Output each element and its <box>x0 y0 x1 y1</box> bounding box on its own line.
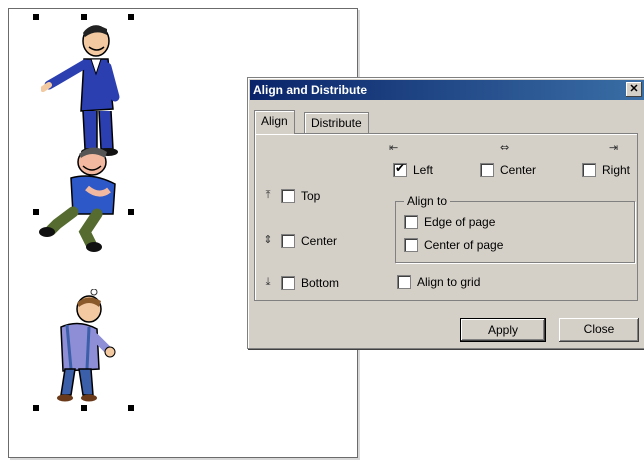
align-bottom-icon: ⤓ <box>265 275 271 288</box>
close-icon[interactable]: ✕ <box>626 82 642 97</box>
tab-distribute[interactable]: Distribute <box>304 112 369 133</box>
align-top-icon: ⤒ <box>265 188 271 201</box>
clipart-bent-boy[interactable] <box>39 289 119 404</box>
align-right-label: Right <box>602 163 631 177</box>
align-top-checkbox[interactable] <box>281 189 295 203</box>
center-of-page-label: Center of page <box>424 238 504 252</box>
align-to-grid-checkbox[interactable] <box>397 275 411 289</box>
align-center-v-label: Center <box>301 234 338 248</box>
center-of-page-checkbox[interactable] <box>404 238 418 252</box>
align-bottom-label: Bottom <box>301 276 340 290</box>
dialog-titlebar[interactable]: Align and Distribute ✕ <box>250 80 644 100</box>
align-bottom-option[interactable]: ⤓ Bottom <box>259 275 339 291</box>
edge-of-page-option[interactable]: Edge of page <box>404 215 495 229</box>
dialog-title: Align and Distribute <box>253 83 367 97</box>
align-to-title: Align to <box>404 194 451 208</box>
align-bottom-checkbox[interactable] <box>281 276 295 290</box>
selection-handle[interactable] <box>33 405 39 411</box>
clipart-pointing-man[interactable] <box>41 19 131 159</box>
clipart-sitting-man[interactable] <box>37 144 132 254</box>
align-center-h-checkbox[interactable] <box>480 163 494 177</box>
align-to-grid-option[interactable]: Align to grid <box>397 275 480 289</box>
align-center-v-option[interactable]: ⇕ Center <box>259 233 337 249</box>
selection-handle[interactable] <box>33 14 39 20</box>
align-center-v-checkbox[interactable] <box>281 234 295 248</box>
tab-align[interactable]: Align <box>254 110 295 134</box>
align-center-h-label: Center <box>500 163 537 177</box>
align-distribute-dialog: Align and Distribute ✕ Align Distribute … <box>247 77 644 349</box>
align-tab-panel: ⇤ ⇔ ⇥ Left Center Right ⤒ Top ⇕ Center ⤓ <box>254 133 638 301</box>
align-right-icon: ⇥ <box>609 140 619 154</box>
align-center-horizontal-icon: ⇔ <box>500 140 510 154</box>
align-right-checkbox[interactable] <box>582 163 596 177</box>
align-to-group: Align to Edge of page Center of page <box>395 194 635 263</box>
align-center-vertical-icon: ⇕ <box>263 233 273 246</box>
align-left-icon: ⇤ <box>389 140 399 154</box>
close-button[interactable]: Close <box>559 318 639 342</box>
selection-handle[interactable] <box>81 405 87 411</box>
align-center-h-option[interactable]: Center <box>480 163 536 177</box>
align-left-option[interactable]: Left <box>393 161 434 177</box>
edge-of-page-label: Edge of page <box>424 215 496 229</box>
apply-button[interactable]: Apply <box>460 318 546 342</box>
center-of-page-option[interactable]: Center of page <box>404 238 503 252</box>
edge-of-page-checkbox[interactable] <box>404 215 418 229</box>
align-top-label: Top <box>301 189 321 203</box>
align-top-option[interactable]: ⤒ Top <box>259 188 320 204</box>
align-left-checkbox[interactable] <box>393 161 407 177</box>
align-left-label: Left <box>413 163 434 177</box>
align-right-option[interactable]: Right <box>582 163 630 177</box>
align-to-grid-label: Align to grid <box>417 275 481 289</box>
selection-handle[interactable] <box>128 405 134 411</box>
